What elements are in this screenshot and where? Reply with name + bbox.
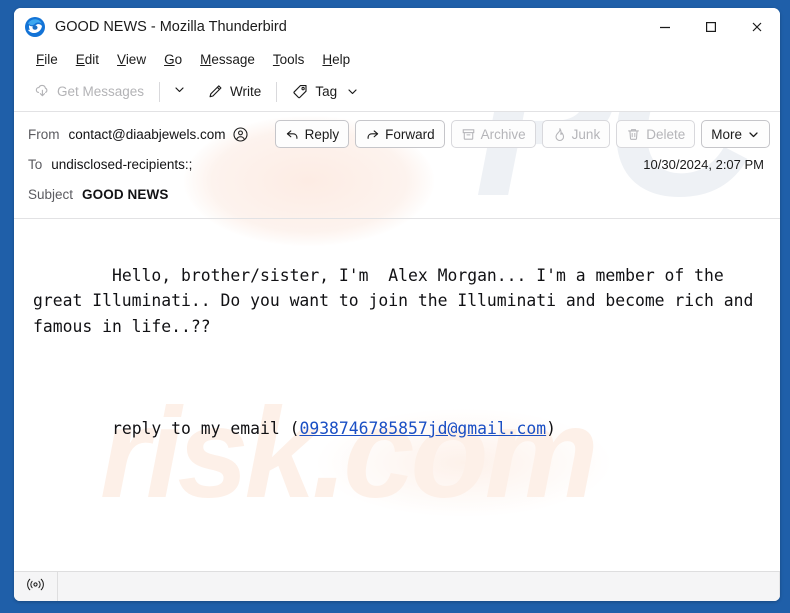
- menu-item-tools[interactable]: Tools: [264, 50, 314, 69]
- reply-label: Reply: [304, 126, 340, 142]
- chevron-down-icon: [173, 83, 186, 101]
- menu-item-message[interactable]: Message: [191, 50, 264, 69]
- subject-row: Subject GOOD NEWS: [28, 181, 770, 208]
- reply-suffix-text: ): [546, 418, 557, 438]
- delete-label: Delete: [646, 126, 686, 142]
- status-message-area: [58, 572, 780, 601]
- forward-button[interactable]: Forward: [355, 120, 445, 148]
- tag-button[interactable]: Tag: [284, 78, 367, 106]
- reply-arrow-icon: [285, 127, 300, 142]
- get-messages-dropdown-button[interactable]: [167, 78, 191, 106]
- contact-circle-icon[interactable]: [232, 126, 248, 142]
- desktop-background: PC risk.com GOOD NEWS - Mozilla Thunderb…: [0, 0, 790, 613]
- forward-label: Forward: [385, 126, 435, 142]
- status-bar: [14, 571, 780, 601]
- title-bar: GOOD NEWS - Mozilla Thunderbird: [14, 8, 780, 46]
- subject-value: GOOD NEWS: [82, 187, 169, 202]
- chevron-down-icon: [747, 128, 760, 141]
- menu-item-edit[interactable]: Edit: [67, 50, 108, 69]
- write-button[interactable]: Write: [199, 78, 269, 106]
- menu-item-help[interactable]: Help: [313, 50, 359, 69]
- tag-label: Tag: [315, 84, 338, 99]
- to-value[interactable]: undisclosed-recipients:;: [51, 157, 192, 172]
- reply-email-link[interactable]: 0938746785857jd@gmail.com: [299, 419, 546, 438]
- thunderbird-logo-icon: [24, 16, 46, 38]
- reply-prefix-text: reply to my email (: [111, 418, 300, 438]
- tag-icon: [292, 83, 309, 100]
- junk-label: Junk: [571, 126, 601, 142]
- menu-bar: File Edit View Go Message Tools Help: [14, 46, 780, 72]
- message-body-pane: Hello, brother/sister, I'm Alex Morgan..…: [14, 219, 780, 571]
- menu-item-view[interactable]: View: [108, 50, 155, 69]
- from-label: From: [28, 126, 60, 142]
- more-label: More: [711, 126, 742, 142]
- chevron-down-icon: [346, 85, 359, 98]
- to-label: To: [28, 157, 43, 172]
- window-controls: [642, 8, 780, 46]
- subject-label: Subject: [28, 187, 74, 202]
- junk-button[interactable]: Junk: [541, 120, 611, 148]
- pencil-icon: [207, 83, 224, 100]
- toolbar-separator-1: [159, 81, 161, 102]
- message-header: From contact@diaabjewels.com Reply Forwa…: [14, 112, 780, 219]
- archive-label: Archive: [480, 126, 526, 142]
- more-button[interactable]: More: [701, 120, 770, 148]
- toolbar-separator-2: [276, 81, 278, 102]
- delete-button[interactable]: Delete: [616, 120, 696, 148]
- from-row: From contact@diaabjewels.com Reply Forwa…: [28, 120, 770, 148]
- menu-item-go[interactable]: Go: [155, 50, 191, 69]
- from-value[interactable]: contact@diaabjewels.com: [69, 127, 226, 142]
- get-messages-button[interactable]: Get Messages: [26, 78, 152, 106]
- thunderbird-window: PC risk.com GOOD NEWS - Mozilla Thunderb…: [14, 8, 780, 601]
- message-text: Hello, brother/sister, I'm Alex Morgan..…: [33, 237, 764, 467]
- maximize-button[interactable]: [688, 8, 734, 46]
- write-label: Write: [230, 84, 262, 99]
- forward-arrow-icon: [365, 127, 380, 142]
- cloud-download-icon: [34, 83, 51, 100]
- main-toolbar: Get Messages Write Tag: [14, 72, 780, 112]
- archive-box-icon: [461, 127, 476, 142]
- close-button[interactable]: [734, 8, 780, 46]
- message-date: 10/30/2024, 2:07 PM: [643, 157, 764, 172]
- status-indicator-cell[interactable]: [14, 572, 58, 601]
- flame-icon: [552, 127, 567, 142]
- message-actions: Reply Forward Archive Junk Delete More: [274, 120, 770, 148]
- menu-item-file[interactable]: File: [27, 50, 67, 69]
- minimize-button[interactable]: [642, 8, 688, 46]
- window-title: GOOD NEWS - Mozilla Thunderbird: [55, 19, 287, 35]
- broadcast-signal-icon: [26, 577, 45, 597]
- get-messages-label: Get Messages: [57, 84, 145, 99]
- reply-button[interactable]: Reply: [274, 120, 350, 148]
- trash-icon: [626, 127, 641, 142]
- to-row: To undisclosed-recipients:; 10/30/2024, …: [28, 151, 770, 178]
- message-paragraph-1: Hello, brother/sister, I'm Alex Morgan..…: [33, 265, 764, 336]
- archive-button[interactable]: Archive: [450, 120, 536, 148]
